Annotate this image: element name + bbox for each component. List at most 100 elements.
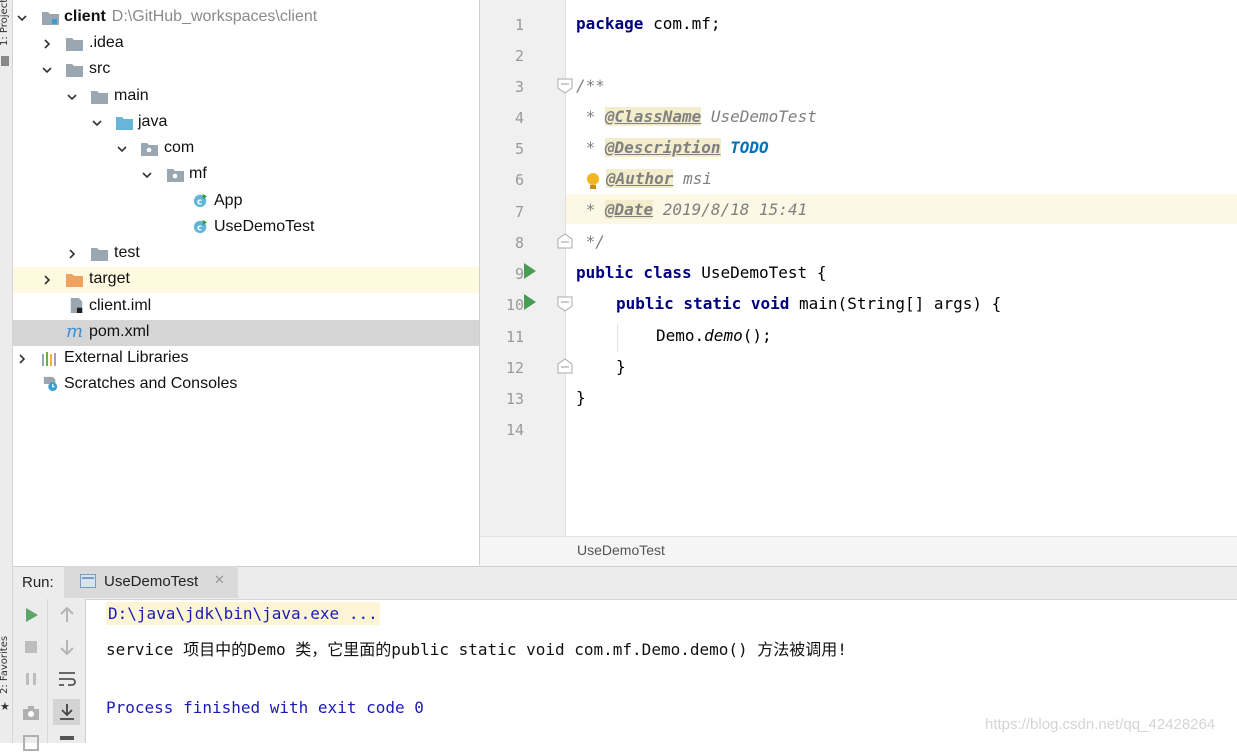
layout-icon[interactable] [21, 733, 41, 753]
code-line: } [616, 357, 626, 376]
rerun-icon[interactable] [21, 605, 41, 625]
line-number: 6 [514, 171, 524, 189]
tree-label: Scratches and Consoles [64, 375, 238, 392]
star-icon: ★ [0, 700, 10, 713]
tree-label: .idea [89, 34, 124, 51]
chevron-down-icon[interactable] [142, 170, 152, 180]
tree-item-usedemotest[interactable]: c UseDemoTest [13, 215, 479, 241]
run-toolbar-secondary [48, 599, 86, 743]
line-number: 14 [505, 421, 524, 439]
tree-item-idea[interactable]: .idea [13, 31, 479, 57]
tree-item-scratches[interactable]: Scratches and Consoles [13, 372, 479, 398]
folder-icon [91, 91, 108, 104]
tree-label: java [138, 113, 168, 130]
lightbulb-icon[interactable] [586, 172, 600, 192]
tree-item-client[interactable]: client D:\GitHub_workspaces\client [13, 5, 479, 31]
tree-label: External Libraries [64, 349, 189, 366]
stop-icon[interactable] [21, 637, 41, 657]
tree-item-main[interactable]: main [13, 84, 479, 110]
tree-label: client.iml [89, 297, 152, 314]
iml-file-icon [70, 298, 83, 313]
tree-label: App [214, 192, 243, 209]
code-line: } [576, 388, 586, 407]
tree-item-java[interactable]: java [13, 110, 479, 136]
tree-label: test [114, 244, 140, 261]
chevron-down-icon[interactable] [42, 65, 52, 75]
code-line: * @ClassName UseDemoTest [576, 107, 817, 126]
chevron-right-icon[interactable] [42, 39, 52, 49]
line-number: 1 [514, 16, 524, 34]
tree-label: main [114, 87, 149, 104]
pause-icon[interactable] [21, 669, 41, 689]
java-class-icon: c [193, 219, 208, 233]
tree-item-com[interactable]: com [13, 136, 479, 162]
run-tab-usedemotest[interactable]: UseDemoTest ✕ [64, 566, 238, 598]
line-number: 3 [514, 78, 524, 96]
folder-icon [66, 64, 83, 77]
fold-icon[interactable] [557, 78, 573, 94]
left-tool-strip: 1: Project 2: Favorites ★ [0, 0, 13, 743]
fold-icon[interactable] [557, 296, 573, 312]
run-config-icon [80, 574, 96, 588]
scratches-icon [43, 376, 58, 391]
project-panel: client D:\GitHub_workspaces\client .idea … [13, 0, 480, 565]
tree-item-client-iml[interactable]: client.iml [13, 294, 479, 320]
camera-icon[interactable] [21, 703, 41, 723]
chevron-right-icon[interactable] [17, 354, 27, 364]
tree-label: com [164, 139, 195, 156]
run-tab-label: UseDemoTest [104, 573, 199, 590]
line-number: 9 [514, 265, 524, 283]
line-number: 8 [514, 234, 524, 252]
tree-item-target[interactable]: target [13, 267, 479, 293]
line-number: 11 [505, 328, 524, 346]
tree-label: target [89, 270, 130, 287]
package-icon [167, 169, 184, 182]
favorites-tool-tab[interactable]: 2: Favorites [0, 636, 10, 694]
run-gutter-icon[interactable] [522, 262, 538, 280]
code-line: public static void main(String[] args) { [616, 294, 1002, 313]
excluded-folder-icon [66, 274, 83, 287]
run-label: Run: [22, 574, 54, 591]
tree-item-external-libraries[interactable]: External Libraries [13, 346, 479, 372]
libraries-icon [42, 352, 56, 366]
console-command-line[interactable]: D:\java\jdk\bin\java.exe ... [106, 602, 380, 625]
tree-item-mf[interactable]: mf [13, 162, 479, 188]
close-tab-icon[interactable]: ✕ [214, 573, 225, 588]
folder-icon [66, 38, 83, 51]
code-line: */ [576, 232, 605, 251]
chevron-down-icon[interactable] [92, 118, 102, 128]
code-line: @Author msi [606, 169, 712, 188]
run-toolbar-primary [13, 599, 48, 751]
fold-icon[interactable] [557, 358, 573, 374]
line-number: 10 [505, 296, 524, 314]
tree-item-src[interactable]: src [13, 57, 479, 83]
line-number: 5 [514, 140, 524, 158]
tree-item-pom-xml[interactable]: m pom.xml [13, 320, 479, 346]
indent-guide [617, 324, 618, 352]
fold-icon[interactable] [557, 233, 573, 249]
chevron-down-icon[interactable] [67, 92, 77, 102]
run-gutter-icon[interactable] [522, 293, 538, 311]
project-tool-icon [1, 56, 9, 66]
folder-icon [91, 248, 108, 261]
package-icon [141, 143, 158, 156]
line-number: 7 [514, 203, 524, 221]
chevron-down-icon[interactable] [17, 13, 27, 23]
project-tool-tab[interactable]: 1: Project [0, 0, 10, 46]
code-line: /** [576, 76, 605, 95]
chevron-right-icon[interactable] [42, 275, 52, 285]
soft-wrap-icon[interactable] [57, 669, 77, 689]
breadcrumb-item[interactable]: UseDemoTest [577, 542, 665, 558]
tree-label: mf [189, 165, 207, 182]
arrow-down-icon[interactable] [57, 637, 77, 657]
chevron-down-icon[interactable] [117, 144, 127, 154]
chevron-right-icon[interactable] [67, 249, 77, 259]
code-line: public class UseDemoTest { [576, 263, 827, 282]
print-icon[interactable] [57, 733, 77, 753]
tree-item-test[interactable]: test [13, 241, 479, 267]
arrow-up-icon[interactable] [57, 605, 77, 625]
tree-item-app[interactable]: c App [13, 189, 479, 215]
scroll-to-end-icon[interactable] [57, 702, 77, 722]
watermark: https://blog.csdn.net/qq_42428264 [985, 716, 1216, 733]
source-folder-icon [116, 117, 133, 130]
